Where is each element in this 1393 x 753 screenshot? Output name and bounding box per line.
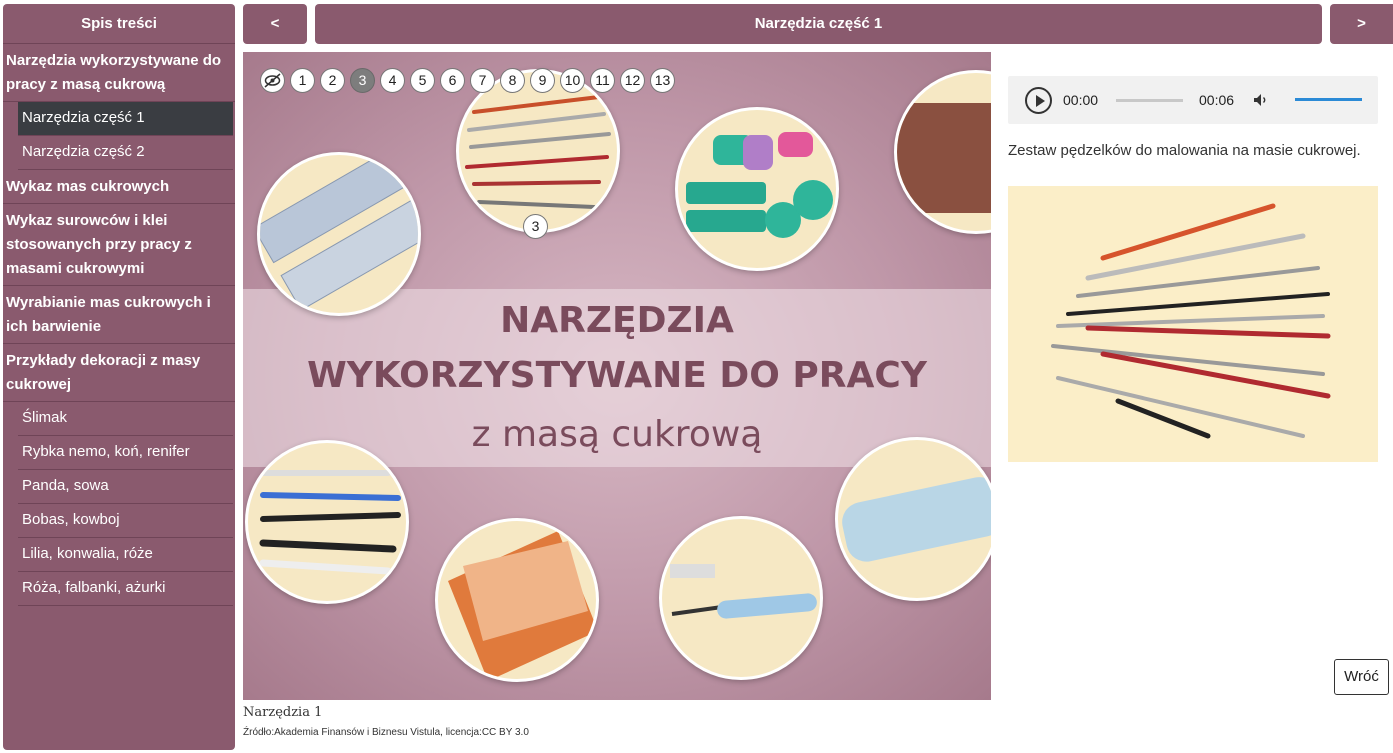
image-caption: Narzędzia 1 — [243, 705, 323, 720]
tools-illustration: NARZĘDZIA WYKORZYSTYWANE DO PRACY z masą… — [243, 52, 991, 700]
hotspot-button-9[interactable]: 9 — [530, 68, 555, 93]
silicone-molds-circle — [675, 107, 839, 271]
headline-line-3: z masą cukrową — [471, 414, 763, 455]
hotspot-button-1[interactable]: 1 — [290, 68, 315, 93]
texture-roller-image — [842, 477, 991, 562]
headline-line-2: WYKORZYSTYWANE DO PRACY — [307, 355, 927, 396]
markers-circle — [245, 440, 409, 604]
hotspot-button-8[interactable]: 8 — [500, 68, 525, 93]
brush-set-picture — [1051, 203, 1331, 439]
brushes-circle — [456, 69, 620, 233]
page-title: Narzędzia część 1 — [315, 4, 1322, 44]
prev-page-button[interactable]: < — [243, 4, 307, 44]
table-of-contents: Spis treści Narzędzia wykorzystywane do … — [3, 4, 235, 750]
hotspot-button-6[interactable]: 6 — [440, 68, 465, 93]
back-button[interactable]: Wróć — [1334, 659, 1389, 695]
hotspot-marker[interactable]: 3 — [523, 214, 548, 239]
toc-item[interactable]: Wyrabianie mas cukrowych i ich barwienie — [3, 286, 235, 344]
texture-sheet-image — [448, 531, 596, 679]
hotspot-button-13[interactable]: 13 — [650, 68, 675, 93]
toc-title: Spis treści — [3, 4, 235, 44]
toc-item[interactable]: Narzędzia część 2 — [18, 136, 233, 170]
letter-mold-circle — [894, 70, 991, 234]
brush-set-image — [1008, 186, 1378, 462]
brushes-image — [465, 95, 611, 209]
eye-slash-icon[interactable] — [260, 68, 285, 93]
audio-current-time: 00:00 — [1063, 92, 1099, 108]
texture-roller-circle — [835, 437, 991, 601]
audio-progress-bar[interactable] — [1116, 99, 1183, 102]
toc-item[interactable]: Lilia, konwalia, róże — [18, 538, 233, 572]
toc-item[interactable]: Wykaz mas cukrowych — [3, 170, 235, 204]
toc-item[interactable]: Bobas, kowboj — [18, 504, 233, 538]
hotspot-button-10[interactable]: 10 — [560, 68, 585, 93]
toc-item[interactable]: Wykaz surowców i klei stosowanych przy p… — [3, 204, 235, 286]
toc-item[interactable]: Rybka nemo, koń, renifer — [18, 436, 233, 470]
embossing-mat-image — [260, 155, 418, 311]
image-source: Źródło:Akademia Finansów i Biznesu Vistu… — [243, 727, 529, 738]
water-brush-image — [670, 564, 817, 619]
hotspot-button-7[interactable]: 7 — [470, 68, 495, 93]
headline-line-1: NARZĘDZIA — [500, 300, 734, 341]
markers-image — [259, 470, 401, 575]
hotspot-button-3[interactable]: 3 — [350, 68, 375, 93]
toc-item[interactable]: Róża, falbanki, ażurki — [18, 572, 233, 606]
audio-duration: 00:06 — [1199, 92, 1235, 108]
volume-icon[interactable] — [1253, 93, 1269, 107]
hotspot-description: Zestaw pędzelków do malowania na masie c… — [1008, 142, 1361, 159]
toc-list: Narzędzia wykorzystywane do pracy z masą… — [3, 44, 235, 606]
texture-sheet-circle — [435, 518, 599, 682]
hotspot-button-5[interactable]: 5 — [410, 68, 435, 93]
toc-item[interactable]: Przykłady dekoracji z masy cukrowej — [3, 344, 235, 402]
next-page-button[interactable]: > — [1330, 4, 1393, 44]
volume-slider[interactable] — [1295, 98, 1362, 101]
letter-mold-image — [897, 103, 991, 213]
hotspot-button-2[interactable]: 2 — [320, 68, 345, 93]
toc-item[interactable]: Narzędzia wykorzystywane do pracy z masą… — [3, 44, 235, 102]
embossing-mat-circle — [257, 152, 421, 316]
audio-player: 00:00 00:06 — [1008, 76, 1378, 124]
hotspot-button-4[interactable]: 4 — [380, 68, 405, 93]
toc-item[interactable]: Narzędzia część 1 — [18, 102, 233, 136]
hotspot-button-11[interactable]: 11 — [590, 68, 615, 93]
water-brush-circle — [659, 516, 823, 680]
toc-item[interactable]: Panda, sowa — [18, 470, 233, 504]
play-icon[interactable] — [1025, 87, 1052, 114]
hotspot-button-12[interactable]: 12 — [620, 68, 645, 93]
toc-item[interactable]: Ślimak — [18, 402, 233, 436]
silicone-molds-image — [686, 132, 833, 238]
